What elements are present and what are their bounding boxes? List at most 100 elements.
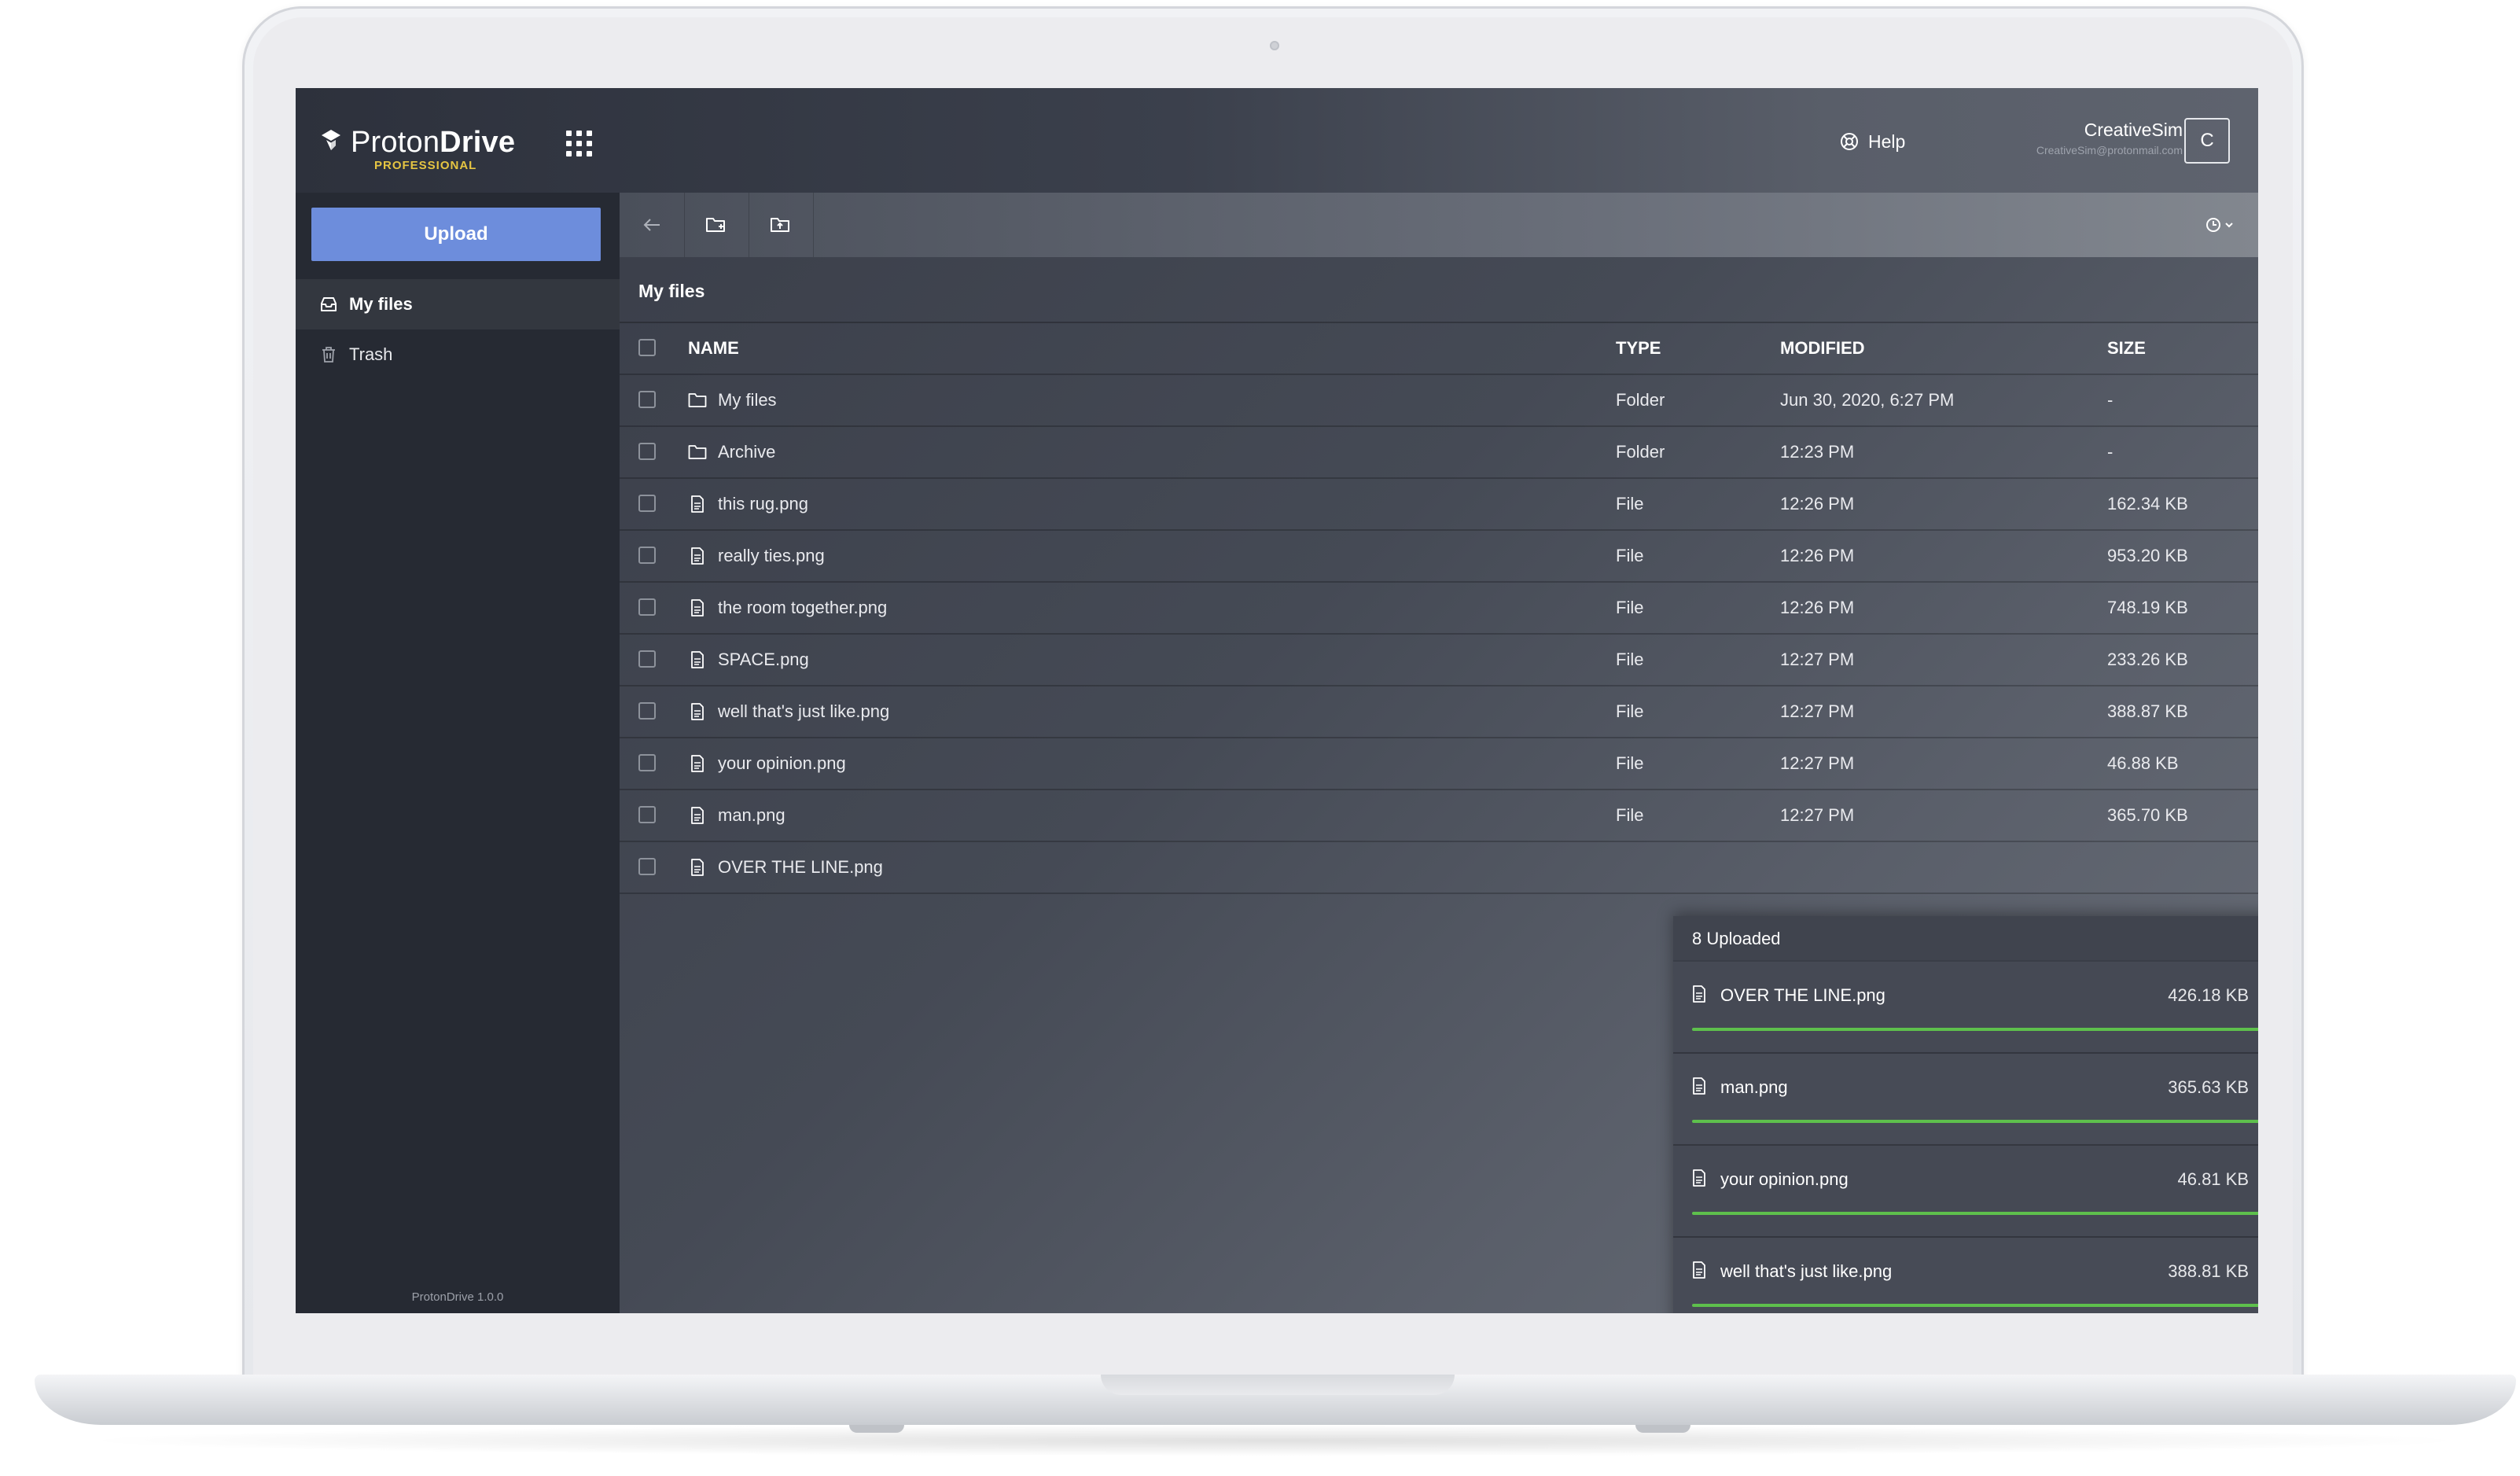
file-name-cell[interactable]: Archive bbox=[688, 427, 775, 477]
row-checkbox[interactable] bbox=[638, 806, 656, 823]
file-name-cell[interactable]: OVER THE LINE.png bbox=[688, 842, 883, 893]
file-name-cell[interactable]: your opinion.png bbox=[688, 738, 846, 789]
file-icon bbox=[688, 702, 707, 721]
file-icon bbox=[688, 650, 707, 669]
column-header-name[interactable]: NAME bbox=[688, 323, 739, 374]
back-button[interactable] bbox=[620, 193, 685, 257]
file-type: Folder bbox=[1616, 390, 1665, 410]
camera-icon bbox=[1270, 41, 1279, 50]
file-name-cell[interactable]: the room together.png bbox=[688, 583, 887, 633]
user-email: CreativeSim@protonmail.com bbox=[2036, 144, 2183, 156]
table-row[interactable]: the room together.png File 12:26 PM 748.19 … bbox=[620, 583, 2258, 635]
row-checkbox[interactable] bbox=[638, 547, 656, 564]
laptop-notch bbox=[1101, 1375, 1455, 1395]
folder-icon bbox=[688, 443, 707, 462]
select-all-checkbox[interactable] bbox=[638, 339, 656, 356]
table-row[interactable]: well that's just like.png File 12:27 PM 388… bbox=[620, 686, 2258, 738]
proton-logo-icon bbox=[322, 130, 340, 150]
file-name-cell[interactable]: really ties.png bbox=[688, 531, 825, 581]
sidebar: Upload My files Trash ProtonDrive 1.0.0 bbox=[296, 193, 620, 1313]
row-checkbox[interactable] bbox=[638, 650, 656, 668]
file-icon bbox=[1692, 1169, 1709, 1188]
row-checkbox[interactable] bbox=[638, 391, 656, 408]
file-name: this rug.png bbox=[718, 494, 808, 513]
file-icon bbox=[1692, 1077, 1709, 1096]
file-name-cell[interactable]: man.png bbox=[688, 790, 785, 841]
sidebar-item-trash[interactable]: Trash bbox=[296, 329, 620, 380]
file-modified: 12:27 PM bbox=[1780, 753, 1855, 773]
trash-icon bbox=[319, 345, 338, 364]
file-name-cell[interactable]: well that's just like.png bbox=[688, 686, 889, 737]
table-row[interactable]: My files Folder Jun 30, 2020, 6:27 PM - bbox=[620, 375, 2258, 427]
file-name: your opinion.png bbox=[718, 753, 846, 773]
table-row[interactable]: this rug.png File 12:26 PM 162.34 KB bbox=[620, 479, 2258, 531]
file-modified: 12:27 PM bbox=[1780, 805, 1855, 825]
file-modified: 12:27 PM bbox=[1780, 650, 1855, 669]
file-type: File bbox=[1616, 650, 1644, 669]
top-bar: ProtonDrive PROFESSIONAL Help CreativeSi… bbox=[296, 88, 2258, 193]
file-name-cell[interactable]: My files bbox=[688, 375, 777, 425]
upload-file-size: 365.63 KB bbox=[2168, 1077, 2249, 1097]
upload-progress-bar bbox=[1692, 1212, 2258, 1215]
user-name: CreativeSim bbox=[2084, 120, 2183, 140]
column-header-modified[interactable]: MODIFIED bbox=[1780, 323, 1865, 374]
avatar[interactable]: C bbox=[2184, 118, 2230, 164]
table-row[interactable]: really ties.png File 12:26 PM 953.20 KB bbox=[620, 531, 2258, 583]
upload-button[interactable]: Upload bbox=[311, 208, 601, 261]
table-row[interactable]: Archive Folder 12:23 PM - bbox=[620, 427, 2258, 479]
layout-settings-button[interactable] bbox=[2203, 210, 2241, 240]
sidebar-item-label: Trash bbox=[349, 344, 393, 364]
row-checkbox[interactable] bbox=[638, 702, 656, 720]
table-row[interactable]: man.png File 12:27 PM 365.70 KB bbox=[620, 790, 2258, 842]
breadcrumb: My files bbox=[620, 257, 2258, 323]
column-header-size[interactable]: SIZE bbox=[2107, 323, 2146, 374]
laptop-shadow bbox=[71, 1425, 2477, 1456]
file-name-cell[interactable]: SPACE.png bbox=[688, 635, 809, 685]
upload-list: OVER THE LINE.png426.18 KBUploadedman.pn… bbox=[1673, 962, 2258, 1313]
file-modified: Jun 30, 2020, 6:27 PM bbox=[1780, 390, 1955, 410]
file-icon bbox=[1692, 1261, 1709, 1280]
upload-item: OVER THE LINE.png426.18 KBUploaded bbox=[1673, 962, 2258, 1054]
row-checkbox[interactable] bbox=[638, 598, 656, 616]
upload-item: your opinion.png46.81 KBUploaded bbox=[1673, 1146, 2258, 1238]
new-folder-button[interactable] bbox=[684, 193, 749, 257]
file-modified: 12:26 PM bbox=[1780, 494, 1855, 513]
row-checkbox[interactable] bbox=[638, 858, 656, 875]
upload-file-name: OVER THE LINE.png bbox=[1720, 985, 1885, 1005]
apps-grid-icon[interactable] bbox=[565, 129, 593, 157]
file-name-cell[interactable]: this rug.png bbox=[688, 479, 808, 529]
upload-panel-title: 8 Uploaded bbox=[1692, 929, 1781, 948]
help-label: Help bbox=[1868, 131, 1906, 152]
file-name: really ties.png bbox=[718, 546, 825, 565]
file-table: NAME TYPE MODIFIED SIZE My files Folder Ju… bbox=[620, 323, 2258, 894]
arrow-left-icon bbox=[643, 219, 660, 231]
file-type: Folder bbox=[1616, 442, 1665, 462]
table-row[interactable]: SPACE.png File 12:27 PM 233.26 KB bbox=[620, 635, 2258, 686]
laptop-foot bbox=[1635, 1425, 1690, 1433]
help-button[interactable]: Help bbox=[1840, 127, 1905, 156]
sidebar-item-my-files[interactable]: My files bbox=[296, 279, 620, 329]
upload-file-name: well that's just like.png bbox=[1720, 1261, 1893, 1281]
row-checkbox[interactable] bbox=[638, 495, 656, 512]
table-row[interactable]: your opinion.png File 12:27 PM 46.88 KB bbox=[620, 738, 2258, 790]
upload-folder-button[interactable] bbox=[749, 193, 814, 257]
upload-file-size: 388.81 KB bbox=[2168, 1261, 2249, 1281]
lifebuoy-icon bbox=[1841, 133, 1858, 150]
file-icon bbox=[688, 598, 707, 617]
upload-file-name: your opinion.png bbox=[1720, 1169, 1849, 1189]
layout-settings-icon bbox=[2206, 218, 2233, 232]
file-size: 748.19 KB bbox=[2107, 598, 2188, 617]
file-size: 46.88 KB bbox=[2107, 753, 2179, 773]
breadcrumb-current[interactable]: My files bbox=[638, 281, 704, 302]
file-icon bbox=[1692, 985, 1709, 1004]
inbox-icon bbox=[319, 295, 338, 314]
upload-file-size: 46.81 KB bbox=[2177, 1169, 2249, 1189]
user-info[interactable]: CreativeSim CreativeSim@protonmail.com bbox=[2036, 120, 2183, 156]
row-checkbox[interactable] bbox=[638, 443, 656, 460]
upload-item: well that's just like.png388.81 KBUpload… bbox=[1673, 1238, 2258, 1313]
file-type: File bbox=[1616, 598, 1644, 617]
table-row[interactable]: OVER THE LINE.png bbox=[620, 842, 2258, 894]
file-name: man.png bbox=[718, 805, 785, 825]
row-checkbox[interactable] bbox=[638, 754, 656, 771]
column-header-type[interactable]: TYPE bbox=[1616, 323, 1661, 374]
